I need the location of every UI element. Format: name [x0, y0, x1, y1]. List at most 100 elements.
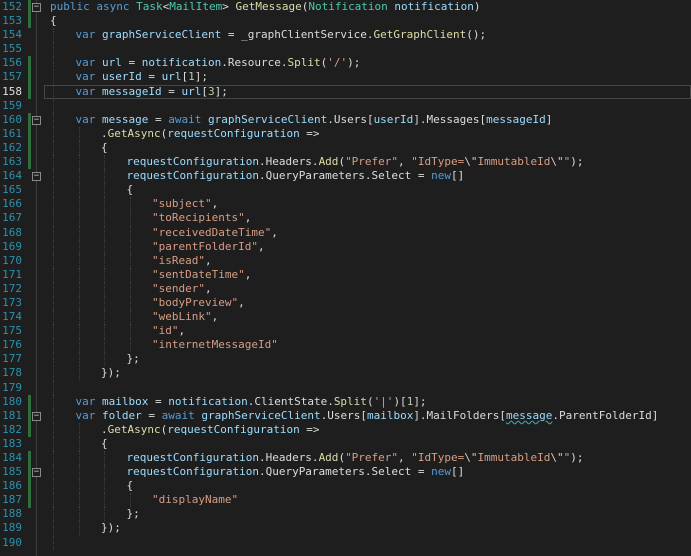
code-line-content[interactable]: requestConfiguration.QueryParameters.Sel…	[44, 465, 691, 480]
code-line-content[interactable]: "sentDateTime",	[44, 267, 691, 282]
code-line[interactable]: 180 var mailbox = notification.ClientStat…	[0, 394, 691, 409]
code-token: ,	[211, 310, 219, 324]
code-token: ,	[244, 267, 252, 281]
code-line-content[interactable]: "isRead",	[44, 253, 691, 268]
code-line-content[interactable]: var message = await graphServiceClient.U…	[44, 112, 691, 127]
code-token: \"	[550, 155, 564, 169]
code-line[interactable]: 166 "subject",	[0, 197, 691, 212]
code-line-content[interactable]: public async Task<MailItem> GetMessage(N…	[44, 0, 691, 14]
line-number: 168	[2, 225, 22, 239]
code-line[interactable]: 156 var url = notification.Resource.Split…	[0, 56, 691, 71]
code-text: requestConfiguration.QueryParameters.Sel…	[127, 465, 465, 479]
code-line-content[interactable]: "parentFolderId",	[44, 239, 691, 254]
code-line-content[interactable]: var messageId = url[3];	[44, 84, 691, 99]
code-line[interactable]: 170 "isRead",	[0, 253, 691, 268]
code-line-content[interactable]: "internetMessageId"	[44, 338, 691, 353]
code-line-content[interactable]: var userId = url[1];	[44, 70, 691, 85]
code-line[interactable]: 183 {	[0, 436, 691, 451]
code-token: .Headers.	[258, 451, 319, 464]
code-line-content[interactable]: "sender",	[44, 281, 691, 296]
code-line-content[interactable]	[44, 42, 691, 57]
code-line-content[interactable]: "receivedDateTime",	[44, 225, 691, 240]
code-token: "IdType=	[411, 451, 465, 464]
code-line-content[interactable]: {	[44, 183, 691, 198]
code-line-content[interactable]: "toRecipients",	[44, 211, 691, 226]
collapse-region-icon[interactable]: −	[32, 115, 41, 125]
code-line[interactable]: 164 requestConfiguration.QueryParameters.…	[0, 169, 691, 184]
code-line[interactable]: 163 requestConfiguration.Headers.Add("Pre…	[0, 155, 691, 170]
code-line-content[interactable]: });	[44, 366, 691, 381]
code-line[interactable]: 167 "toRecipients",	[0, 211, 691, 226]
line-number: 173	[2, 295, 22, 309]
collapse-region-icon[interactable]: −	[32, 3, 41, 12]
code-line[interactable]: 157 var userId = url[1];	[0, 70, 691, 85]
code-line[interactable]: 171 "sentDateTime",	[0, 267, 691, 282]
code-line-content[interactable]: var folder = await graphServiceClient.Us…	[44, 408, 691, 423]
code-token: var	[75, 112, 102, 126]
code-line[interactable]: 185 requestConfiguration.QueryParameters.…	[0, 465, 691, 480]
code-line-content[interactable]	[44, 380, 691, 395]
code-line[interactable]: 181 var folder = await graphServiceClient…	[0, 408, 691, 423]
code-line-content[interactable]: };	[44, 507, 691, 522]
collapse-region-icon[interactable]: −	[32, 411, 41, 421]
code-line[interactable]: 184 requestConfiguration.Headers.Add("Pre…	[0, 451, 691, 466]
code-line-content[interactable]: "bodyPreview",	[44, 295, 691, 311]
code-text: "sender",	[152, 282, 212, 296]
code-line[interactable]: 154 var graphServiceClient = _graphClient…	[0, 28, 691, 43]
code-line-content[interactable]: "subject",	[44, 197, 691, 212]
code-line-content[interactable]	[44, 98, 691, 113]
code-line[interactable]: 189});	[0, 521, 691, 536]
code-line[interactable]: 172 "sender",	[0, 281, 691, 296]
code-line-content[interactable]	[44, 535, 691, 550]
code-line-content[interactable]: var graphServiceClient = _graphClientSer…	[44, 28, 691, 43]
code-line-content[interactable]: requestConfiguration.Headers.Add("Prefer…	[44, 451, 691, 466]
collapse-region-icon[interactable]: −	[32, 172, 41, 182]
code-line[interactable]: 178});	[0, 366, 691, 381]
code-token: {	[50, 14, 57, 28]
code-line[interactable]: 169 "parentFolderId",	[0, 239, 691, 254]
code-line[interactable]: 161 .GetAsync(requestConfiguration =>	[0, 126, 691, 141]
code-lines[interactable]: 152 public async Task<MailItem> GetMessag…	[0, 0, 691, 550]
code-line[interactable]: 162 {	[0, 140, 691, 156]
code-line-content[interactable]: .GetAsync(requestConfiguration =>	[44, 422, 691, 437]
code-line[interactable]: 176 "internetMessageId"	[0, 338, 691, 353]
code-line[interactable]: 175 "id",	[0, 324, 691, 339]
code-line-content[interactable]: {	[44, 140, 691, 156]
code-line-content[interactable]: var mailbox = notification.ClientState.S…	[44, 394, 691, 409]
code-line[interactable]: 182 .GetAsync(requestConfiguration =>	[0, 422, 691, 437]
code-editor[interactable]: 152 public async Task<MailItem> GetMessag…	[0, 0, 691, 556]
code-line-content[interactable]: {	[44, 436, 691, 451]
code-line[interactable]: 165 {	[0, 183, 691, 198]
code-line-content[interactable]: requestConfiguration.QueryParameters.Sel…	[44, 169, 691, 184]
code-line-content[interactable]: };	[44, 352, 691, 367]
code-line[interactable]: 155	[0, 42, 691, 57]
indent-guide	[53, 28, 55, 43]
line-number: 186	[2, 479, 22, 493]
code-line-content[interactable]: "id",	[44, 324, 691, 339]
code-line[interactable]: 159	[0, 98, 691, 113]
code-line[interactable]: 152 public async Task<MailItem> GetMessag…	[0, 0, 691, 14]
code-line-content[interactable]: .GetAsync(requestConfiguration =>	[44, 126, 691, 141]
code-line-content[interactable]: "displayName"	[44, 493, 691, 508]
code-line[interactable]: 186 {	[0, 479, 691, 494]
code-line[interactable]: 188};	[0, 507, 691, 522]
code-line[interactable]: 158 var messageId = url[3];	[0, 84, 691, 99]
code-line-content[interactable]: });	[44, 521, 691, 536]
code-line[interactable]: 168 "receivedDateTime",	[0, 225, 691, 240]
code-line[interactable]: 174 "webLink",	[0, 310, 691, 325]
code-line[interactable]: 153 {	[0, 14, 691, 28]
code-token: Task	[136, 0, 163, 13]
code-line-content[interactable]: requestConfiguration.Headers.Add("Prefer…	[44, 155, 691, 170]
code-line[interactable]: 160 var message = await graphServiceClien…	[0, 112, 691, 127]
code-line-content[interactable]: {	[44, 14, 691, 28]
indent-guide	[53, 281, 55, 296]
collapse-region-icon[interactable]: −	[32, 468, 41, 478]
code-line[interactable]: 187 "displayName"	[0, 493, 691, 508]
code-line[interactable]: 179	[0, 380, 691, 395]
code-line-content[interactable]: "webLink",	[44, 310, 691, 325]
code-line-content[interactable]: var url = notification.Resource.Split('/…	[44, 56, 691, 71]
code-line-content[interactable]: {	[44, 479, 691, 494]
code-line[interactable]: 177};	[0, 352, 691, 367]
code-line[interactable]: 173 "bodyPreview",	[0, 295, 691, 311]
code-line[interactable]: 190	[0, 535, 691, 550]
